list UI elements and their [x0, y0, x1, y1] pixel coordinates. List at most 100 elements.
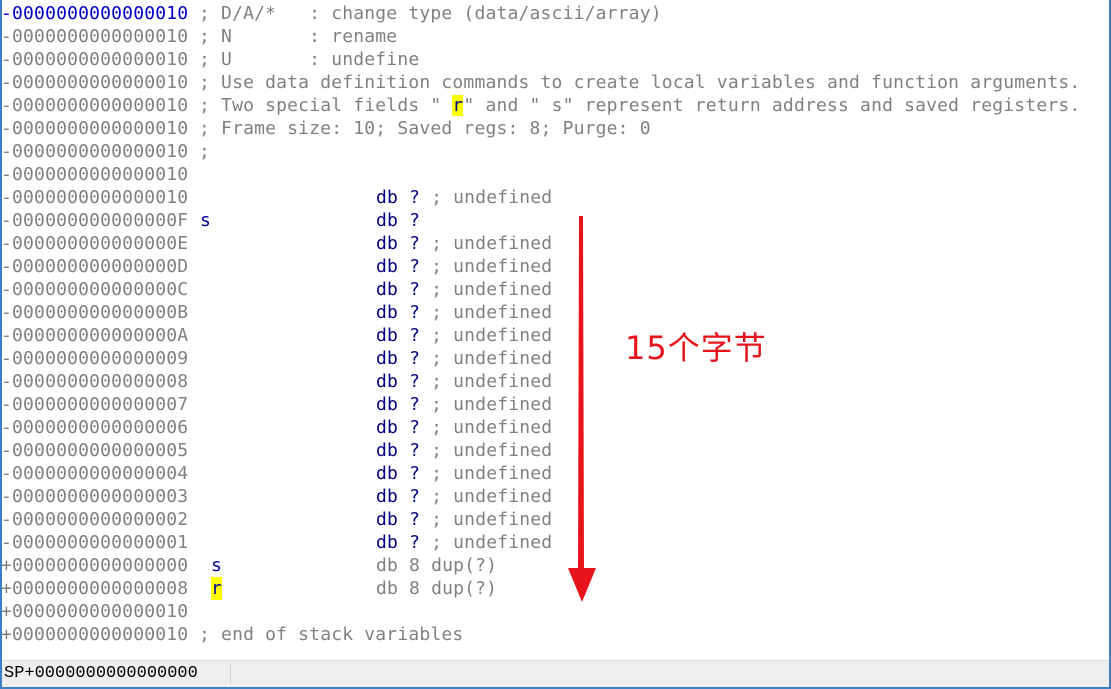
row-address: +0000000000000010	[1, 601, 189, 622]
listing-row[interactable]: -0000000000000007 db ? ; undefined	[1, 393, 1101, 416]
definition-value: ?	[409, 256, 421, 277]
listing-row[interactable]: -0000000000000004 db ? ; undefined	[1, 462, 1101, 485]
row-address: -0000000000000010	[1, 26, 189, 47]
db-directive: db	[376, 509, 399, 530]
arrow-down-icon	[565, 210, 605, 609]
field-name[interactable]: s	[200, 209, 211, 232]
row-address: -000000000000000C	[1, 279, 189, 300]
row-address: -0000000000000003	[1, 486, 189, 507]
field-definition: db ? ; undefined	[376, 232, 552, 255]
listing-row[interactable]: -0000000000000005 db ? ; undefined	[1, 439, 1101, 462]
stack-pointer-readout: SP+0000000000000000	[4, 664, 198, 683]
listing-row[interactable]: -000000000000000A db ? ; undefined	[1, 324, 1101, 347]
listing-row[interactable]: -000000000000000B db ? ; undefined	[1, 301, 1101, 324]
definition-value: ?	[409, 233, 421, 254]
row-comment: ;	[188, 140, 210, 163]
listing-row[interactable]: -0000000000000010 ; N : rename	[1, 25, 1101, 48]
row-address: -0000000000000010	[1, 118, 189, 139]
definition-value: ?	[409, 210, 421, 231]
db-directive: db	[376, 486, 399, 507]
field-definition: db ? ; undefined	[376, 416, 552, 439]
listing-row[interactable]: -000000000000000F s db ?	[1, 209, 1101, 232]
listing-row[interactable]: -0000000000000010 db ? ; undefined	[1, 186, 1101, 209]
row-address: -0000000000000010	[1, 141, 189, 162]
listing-row[interactable]: -0000000000000010 ;	[1, 140, 1101, 163]
listing-row[interactable]: -000000000000000E db ? ; undefined	[1, 232, 1101, 255]
arrow-head	[568, 568, 596, 602]
definition-value: ?	[409, 279, 421, 300]
definition-comment: ; undefined	[420, 348, 553, 369]
db-directive: db	[376, 440, 399, 461]
row-address: -0000000000000010	[1, 72, 189, 93]
db-directive: db	[376, 371, 399, 392]
listing-row[interactable]: -000000000000000C db ? ; undefined	[1, 278, 1101, 301]
definition-text: db 8 dup(?)	[376, 578, 498, 599]
definition-comment: ; undefined	[420, 302, 553, 323]
listing-row[interactable]: -0000000000000010 ; Use data definition …	[1, 71, 1101, 94]
field-name[interactable]: s	[211, 554, 222, 577]
stack-frame-listing[interactable]: -0000000000000010 ; D/A/* : change type …	[1, 2, 1101, 646]
comment-segment: ; Two special fields "	[188, 95, 453, 116]
field-definition: db 8 dup(?)	[376, 554, 497, 577]
field-definition: db 8 dup(?)	[376, 577, 497, 600]
listing-row[interactable]: -0000000000000001 db ? ; undefined	[1, 531, 1101, 554]
definition-value: ?	[409, 187, 421, 208]
status-divider	[230, 664, 231, 684]
row-address: -0000000000000005	[1, 440, 189, 461]
row-address: +0000000000000008	[1, 578, 189, 599]
db-directive: db	[376, 279, 399, 300]
listing-row[interactable]: +0000000000000008 r db 8 dup(?)	[1, 577, 1101, 600]
definition-comment: ; undefined	[420, 486, 553, 507]
definition-comment: ; undefined	[420, 463, 553, 484]
comment-segment: ; N : rename	[188, 26, 398, 47]
field-definition: db ? ; undefined	[376, 186, 552, 209]
listing-row[interactable]: -000000000000000D db ? ; undefined	[1, 255, 1101, 278]
definition-value: ?	[409, 486, 421, 507]
listing-row[interactable]: -0000000000000009 db ? ; undefined	[1, 347, 1101, 370]
row-address: -000000000000000E	[1, 233, 189, 254]
row-address: -0000000000000010	[1, 164, 189, 185]
comment-segment: ; end of stack variables	[188, 624, 464, 645]
listing-row[interactable]: -0000000000000008 db ? ; undefined	[1, 370, 1101, 393]
field-definition: db ? ; undefined	[376, 531, 552, 554]
field-definition: db ? ; undefined	[376, 393, 552, 416]
field-definition: db ? ; undefined	[376, 347, 552, 370]
definition-comment: ; undefined	[420, 187, 553, 208]
listing-row[interactable]: +0000000000000010	[1, 600, 1101, 623]
listing-row[interactable]: +0000000000000000 s db 8 dup(?)	[1, 554, 1101, 577]
listing-row[interactable]: -0000000000000003 db ? ; undefined	[1, 485, 1101, 508]
annotation-label: 15个字节	[625, 329, 767, 367]
row-address: -0000000000000010	[1, 187, 189, 208]
definition-value: ?	[409, 348, 421, 369]
field-name[interactable]: r	[211, 577, 223, 600]
definition-value: ?	[409, 371, 421, 392]
db-directive: db	[376, 256, 399, 277]
definition-comment: ; undefined	[420, 325, 553, 346]
row-comment: ; N : rename	[188, 25, 397, 48]
definition-value: ?	[409, 325, 421, 346]
listing-row[interactable]: +0000000000000010 ; end of stack variabl…	[1, 623, 1101, 646]
listing-row[interactable]: -0000000000000006 db ? ; undefined	[1, 416, 1101, 439]
db-directive: db	[376, 187, 399, 208]
field-definition: db ? ; undefined	[376, 485, 552, 508]
comment-segment: ; D/A/* : change type (data/ascii/array)	[188, 3, 662, 24]
row-address: -000000000000000B	[1, 302, 189, 323]
definition-comment: ; undefined	[420, 394, 553, 415]
db-directive: db	[376, 302, 399, 323]
definition-value: ?	[409, 302, 421, 323]
listing-row[interactable]: -0000000000000010	[1, 163, 1101, 186]
db-directive: db	[376, 348, 399, 369]
listing-row[interactable]: -0000000000000010 ; U : undefine	[1, 48, 1101, 71]
listing-row[interactable]: -0000000000000010 ; D/A/* : change type …	[1, 2, 1101, 25]
definition-value: ?	[409, 440, 421, 461]
row-address: -0000000000000002	[1, 509, 189, 530]
row-address: -0000000000000001	[1, 532, 189, 553]
listing-row[interactable]: -0000000000000010 ; Two special fields "…	[1, 94, 1101, 117]
definition-comment: ; undefined	[420, 532, 553, 553]
listing-row[interactable]: -0000000000000010 ; Frame size: 10; Save…	[1, 117, 1101, 140]
row-address: -0000000000000006	[1, 417, 189, 438]
listing-row[interactable]: -0000000000000002 db ? ; undefined	[1, 508, 1101, 531]
db-directive: db	[376, 210, 399, 231]
definition-value: ?	[409, 463, 421, 484]
db-directive: db	[376, 325, 399, 346]
